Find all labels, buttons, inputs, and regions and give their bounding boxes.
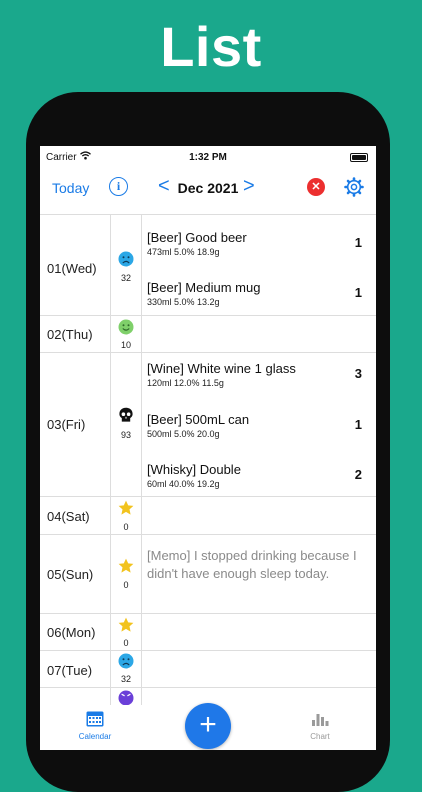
day-list[interactable]: 01(Wed) 32 [Beer] Good beer 473ml 5.0% 1… [40,215,376,706]
entry-detail: 120ml 12.0% 11.5g [147,378,224,388]
sad-face-icon [118,653,134,669]
mood-value: 32 [120,674,131,684]
star-icon [118,558,134,573]
day-label: 04(Sat) [47,509,90,524]
banner-title: List [160,15,262,78]
day-row[interactable]: 04(Sat) 0 [40,497,376,535]
day-row[interactable]: 01(Wed) 32 [Beer] Good beer 473ml 5.0% 1… [40,215,376,316]
mood-cell: 0 [110,497,142,534]
mood-value: 93 [120,430,131,440]
drink-entry[interactable]: [Wine] White wine 1 glass 120ml 12.0% 11… [147,361,367,388]
memo-text: [Memo] I stopped drinking because I didn… [147,548,357,581]
angry-face-icon [118,690,134,706]
tab-chart-label: Chart [310,732,330,741]
calendar-icon [86,711,104,727]
clear-icon[interactable]: ✕ [307,178,325,196]
mood-cell [110,688,142,706]
battery-icon [350,153,368,162]
mood-value: 0 [123,580,129,590]
drink-entry[interactable]: [Beer] Medium mug 330ml 5.0% 13.2g [147,280,367,307]
entry-title: [Beer] Good beer [147,230,247,245]
day-label: 07(Tue) [47,663,93,678]
tab-chart[interactable]: Chart [290,711,350,741]
bar-chart-icon [312,714,329,726]
day-row[interactable]: 03(Fri) 93 [Wine] White wine 1 glass 120… [40,353,376,497]
mood-cell: 10 [110,316,142,352]
mood-cell: 93 [110,353,142,496]
entry-count: 1 [354,417,362,432]
mood-cell: 0 [110,535,142,613]
star-icon [118,500,134,515]
mood-value: 10 [120,340,131,350]
next-month-button[interactable]: > [243,175,255,198]
entry-detail: 500ml 5.0% 20.0g [147,429,220,439]
entry-detail: 330ml 5.0% 13.2g [147,297,220,307]
skull-icon [119,407,133,422]
entry-title: [Beer] Medium mug [147,280,261,295]
app-screen: Carrier 1:32 PM Today i < Dec 2021 > ✕ 0… [40,146,376,750]
entry-title: [Wine] White wine 1 glass [147,361,296,376]
star-icon [118,617,134,632]
day-label: 03(Fri) [47,417,86,432]
mood-cell: 0 [110,614,142,650]
tab-calendar[interactable]: Calendar [65,711,125,741]
mood-cell: 32 [110,215,142,315]
day-row[interactable]: 06(Mon) 0 [40,614,376,651]
drink-entry[interactable]: [Beer] Good beer 473ml 5.0% 18.9g [147,230,367,257]
entry-detail: 473ml 5.0% 18.9g [147,247,220,257]
happy-face-icon [118,319,134,335]
entry-title: [Whisky] Double [147,462,241,477]
mood-value: 0 [123,638,129,648]
sad-face-icon [118,251,134,267]
add-entry-button[interactable]: + [185,703,231,749]
tab-calendar-label: Calendar [78,732,112,741]
day-row[interactable]: 07(Tue) 32 [40,651,376,688]
entry-count: 1 [354,285,362,300]
day-label: 01(Wed) [47,261,97,276]
mood-value: 32 [120,273,131,283]
day-label: 02(Thu) [47,327,93,342]
mood-cell: 32 [110,651,142,687]
entry-title: [Beer] 500mL can [147,412,250,427]
status-time: 1:32 PM [189,152,227,163]
month-title: Dec 2021 [177,180,239,196]
entry-count: 2 [354,467,362,482]
drink-entry[interactable]: [Beer] 500mL can 500ml 5.0% 20.0g [147,412,367,439]
status-bar: Carrier 1:32 PM [40,146,376,168]
drink-entry[interactable]: [Whisky] Double 60ml 40.0% 19.2g [147,462,367,489]
entry-detail: 60ml 40.0% 19.2g [147,479,220,489]
mood-value: 0 [123,522,129,532]
day-row[interactable]: 05(Sun) 0 [Memo] I stopped drinking beca… [40,535,376,614]
nav-bar: Today i < Dec 2021 > ✕ [40,168,376,215]
gear-icon[interactable] [344,177,364,197]
day-row[interactable]: 02(Thu) 10 [40,316,376,353]
day-label: 05(Sun) [47,567,94,582]
entry-count: 1 [354,235,362,250]
entry-count: 3 [354,366,362,381]
day-label: 06(Mon) [47,625,96,640]
